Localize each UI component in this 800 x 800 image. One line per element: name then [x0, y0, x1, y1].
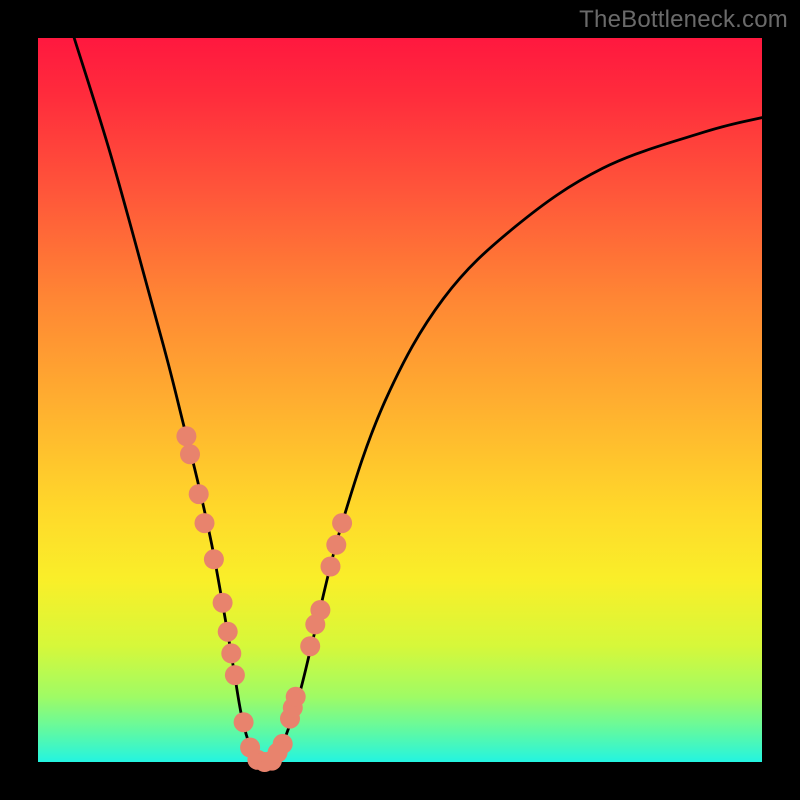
chart-svg: [38, 38, 762, 762]
data-point: [321, 557, 341, 577]
watermark-text: TheBottleneck.com: [579, 6, 788, 34]
chart-frame: TheBottleneck.com: [0, 0, 800, 800]
data-point: [195, 513, 215, 533]
data-point: [189, 484, 209, 504]
data-points: [176, 426, 352, 772]
data-point: [180, 444, 200, 464]
data-point: [310, 600, 330, 620]
curve-line: [74, 38, 762, 763]
data-point: [286, 687, 306, 707]
data-point: [268, 743, 288, 763]
data-point: [218, 622, 238, 642]
plot-area: [38, 38, 762, 762]
data-point: [326, 535, 346, 555]
data-point: [332, 513, 352, 533]
data-point: [234, 712, 254, 732]
data-point: [300, 636, 320, 656]
data-point: [225, 665, 245, 685]
data-point: [204, 549, 224, 569]
data-point: [176, 426, 196, 446]
data-point: [221, 643, 241, 663]
data-point: [213, 593, 233, 613]
